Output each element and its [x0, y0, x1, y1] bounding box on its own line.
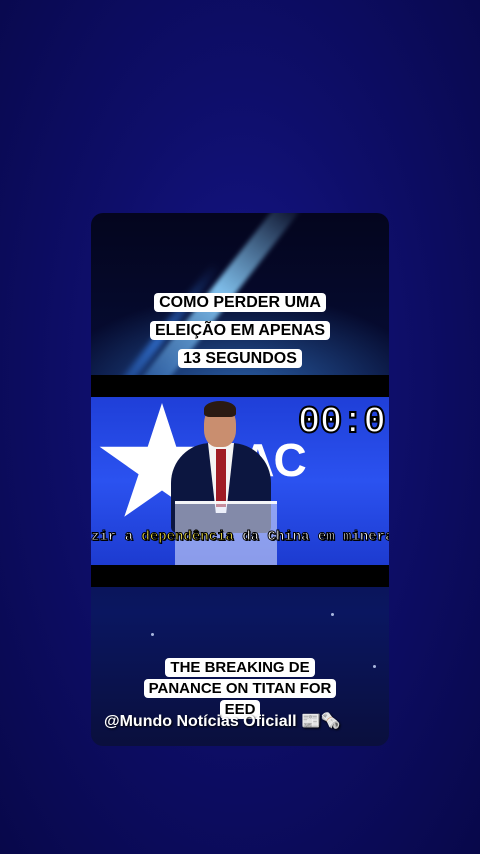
letterbox-bottom [91, 565, 389, 587]
countdown-timer: 00:0 [297, 400, 387, 445]
bottom-caption-line2: PANANCE ON TITAN FOR [143, 679, 337, 698]
sparkle-decoration [151, 633, 154, 636]
channel-handle: @Mundo Notícias Oficiall 📰🗞️ [104, 713, 341, 730]
video-subtitle: zir a dependência da China em minerai [91, 529, 389, 546]
top-caption-line1: COMO PERDER UMA [154, 293, 326, 312]
letterbox-top [91, 375, 389, 397]
top-caption-line3: 13 SEGUNDOS [178, 349, 302, 368]
bottom-caption-line1: THE BREAKING DE [165, 658, 315, 677]
subtitle-post: da China em minerai [233, 529, 389, 546]
speaker-hair [204, 401, 236, 417]
subtitle-highlight: dependência [141, 529, 234, 546]
screen: { "overlay_top": { "line1": "COMO PERDER… [0, 0, 480, 854]
video-frame[interactable]: CAC 00:0 zir a dependência da China em m… [91, 397, 389, 565]
subtitle-pre: zir a [91, 529, 142, 546]
speaker-tie [216, 449, 226, 507]
video-card[interactable]: COMO PERDER UMA ELEIÇÃO EM APENAS 13 SEG… [91, 213, 389, 746]
top-caption-line2: ELEIÇÃO EM APENAS [149, 321, 331, 340]
top-caption: COMO PERDER UMA ELEIÇÃO EM APENAS 13 SEG… [91, 289, 389, 373]
sparkle-decoration [331, 613, 334, 616]
